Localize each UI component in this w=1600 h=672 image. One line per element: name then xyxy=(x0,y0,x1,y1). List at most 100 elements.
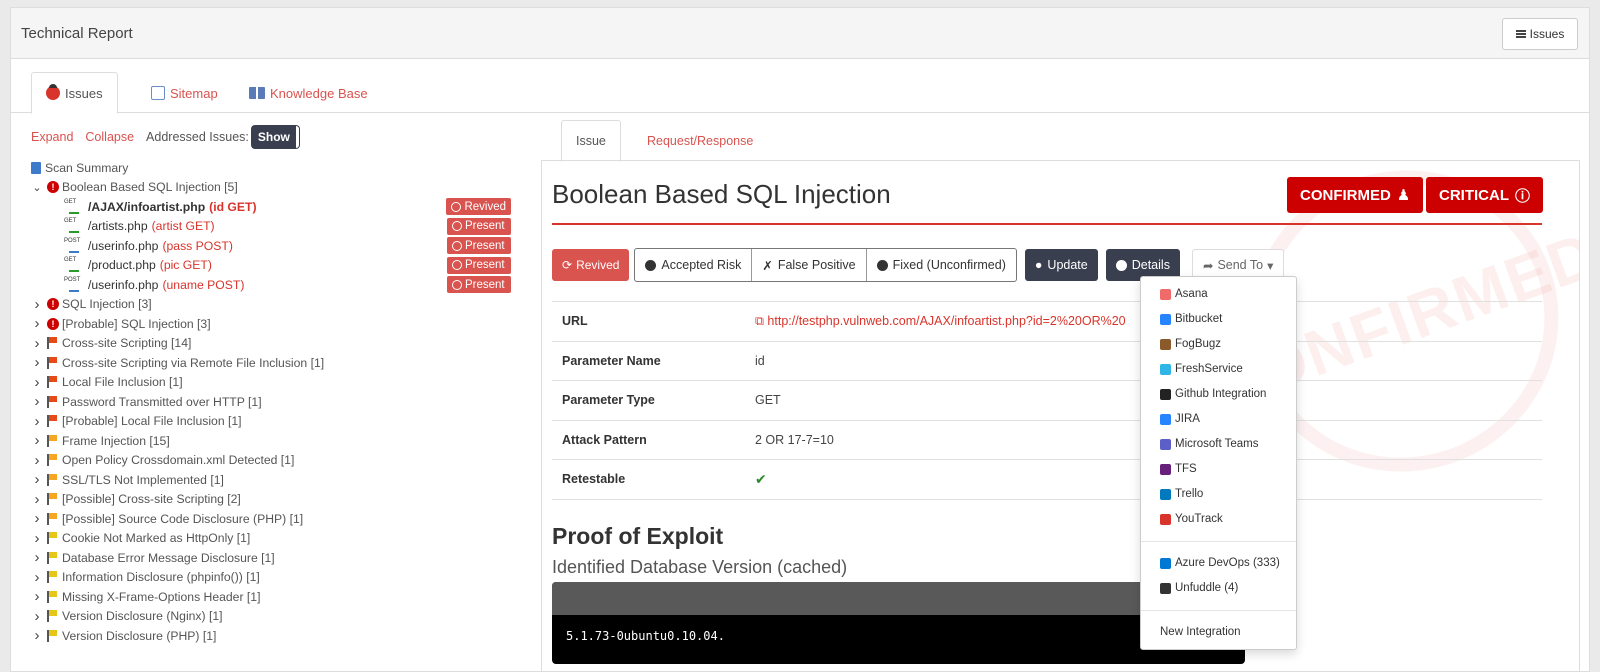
table-row: Parameter Type GET xyxy=(552,380,1542,421)
check-icon: ✔ xyxy=(755,470,767,487)
send-to-item[interactable]: Github Integration xyxy=(1141,382,1296,406)
tree-group[interactable]: › Version Disclosure (PHP) [1] xyxy=(31,626,531,646)
chevron-right-icon[interactable]: › xyxy=(31,432,43,449)
question-circle-icon xyxy=(876,259,888,271)
expand-link[interactable]: Expand xyxy=(31,130,73,144)
chevron-right-icon[interactable]: › xyxy=(31,569,43,586)
issues-button[interactable]: Issues xyxy=(1502,18,1578,50)
tree-toolbar: Expand Collapse Addressed Issues: Show xyxy=(31,126,299,148)
send-to-item[interactable]: Bitbucket xyxy=(1141,307,1296,331)
tree-group[interactable]: › Cross-site Scripting via Remote File In… xyxy=(31,353,531,373)
chevron-right-icon[interactable]: › xyxy=(31,374,43,391)
false-positive-button[interactable]: ✗ False Positive xyxy=(752,249,867,281)
tab-sitemap[interactable]: Sitemap xyxy=(137,72,232,114)
chevron-right-icon[interactable]: › xyxy=(31,549,43,566)
row-label: Parameter Type xyxy=(562,393,655,408)
chevron-right-icon[interactable]: › xyxy=(31,296,43,313)
new-integration-item[interactable]: New Integration xyxy=(1141,620,1296,644)
tree-group[interactable]: › [Possible] Cross-site Scripting [2] xyxy=(31,490,531,510)
send-to-item[interactable]: YouTrack xyxy=(1141,507,1296,531)
chevron-right-icon[interactable]: › xyxy=(31,354,43,371)
high-severity-flag-icon xyxy=(47,356,57,369)
send-to-item[interactable]: FogBugz xyxy=(1141,332,1296,356)
show-addressed-toggle[interactable]: Show xyxy=(251,126,299,148)
revived-button[interactable]: ⟳ Revived xyxy=(552,249,630,281)
menu-divider xyxy=(1141,610,1296,611)
tree-group[interactable]: › Information Disclosure (phpinfo()) [1] xyxy=(31,568,531,588)
report-header: Technical Report Issues xyxy=(11,8,1589,59)
chevron-right-icon[interactable]: › xyxy=(31,315,43,332)
check-circle-icon xyxy=(645,259,657,271)
issue-title: Boolean Based SQL Injection xyxy=(552,179,891,209)
update-button[interactable]: ● Update xyxy=(1024,249,1098,281)
tree-issue-item[interactable]: GET/artists.php (artist GET) Present xyxy=(31,217,531,237)
tab-request-response[interactable]: Request/Response xyxy=(633,120,767,162)
confirmed-button[interactable]: CONFIRMED ♟ xyxy=(1287,177,1424,213)
chevron-right-icon[interactable]: › xyxy=(31,510,43,527)
tree-group[interactable]: › Database Error Message Disclosure [1] xyxy=(31,548,531,568)
tree-group[interactable]: › Frame Injection [15] xyxy=(31,431,531,451)
chevron-right-icon[interactable]: › xyxy=(31,452,43,469)
row-label: Retestable xyxy=(562,472,626,487)
tab-issue[interactable]: Issue xyxy=(561,120,621,162)
tree-group[interactable]: ›! [Probable] SQL Injection [3] xyxy=(31,314,531,334)
tree-issue-item[interactable]: POST/userinfo.php (uname POST) Present xyxy=(31,275,531,295)
critical-icon: ! xyxy=(47,298,59,311)
chevron-right-icon[interactable]: › xyxy=(31,335,43,352)
high-severity-flag-icon xyxy=(47,376,57,389)
tree-group[interactable]: › [Possible] Source Code Disclosure (PHP)… xyxy=(31,509,531,529)
chevron-right-icon[interactable]: › xyxy=(31,608,43,625)
tree-group[interactable]: › Missing X-Frame-Options Header [1] xyxy=(31,587,531,607)
tab-knowledge-base[interactable]: Knowledge Base xyxy=(235,72,382,114)
chevron-down-icon[interactable]: ⌄ xyxy=(31,181,43,194)
send-to-item[interactable]: JIRA xyxy=(1141,407,1296,431)
tree-group[interactable]: › Local File Inclusion [1] xyxy=(31,373,531,393)
tree-group[interactable]: › Cross-site Scripting [14] xyxy=(31,334,531,354)
chevron-right-icon[interactable]: › xyxy=(31,491,43,508)
fixed-unconfirmed-button[interactable]: Fixed (Unconfirmed) xyxy=(867,249,1016,281)
tree-group[interactable]: › [Probable] Local File Inclusion [1] xyxy=(31,412,531,432)
accepted-risk-button[interactable]: Accepted Risk xyxy=(635,249,753,281)
tree-group[interactable]: ›! SQL Injection [3] xyxy=(31,295,531,315)
tree-group[interactable]: › SSL/TLS Not Implemented [1] xyxy=(31,470,531,490)
low-severity-flag-icon xyxy=(47,532,57,545)
send-to-item[interactable]: Microsoft Teams xyxy=(1141,432,1296,456)
user-icon: ♟ xyxy=(1396,187,1411,204)
collapse-link[interactable]: Collapse xyxy=(85,130,134,144)
high-severity-flag-icon xyxy=(47,415,57,428)
status-badge: Present xyxy=(447,217,511,235)
chevron-right-icon[interactable]: › xyxy=(31,588,43,605)
chevron-right-icon[interactable]: › xyxy=(31,413,43,430)
tab-issues[interactable]: Issues xyxy=(31,72,118,114)
tree-group[interactable]: › Password Transmitted over HTTP [1] xyxy=(31,392,531,412)
tree-group[interactable]: › Open Policy Crossdomain.xml Detected [1… xyxy=(31,451,531,471)
send-to-item[interactable]: FreshService xyxy=(1141,357,1296,381)
tree-issue-item[interactable]: POST/userinfo.php (pass POST) Present xyxy=(31,236,531,256)
send-to-item[interactable]: Azure DevOps (333) xyxy=(1141,551,1296,575)
url-link[interactable]: http://testphp.vulnweb.com/AJAX/infoarti… xyxy=(767,314,1125,328)
tree-group[interactable]: › Cookie Not Marked as HttpOnly [1] xyxy=(31,529,531,549)
chevron-right-icon[interactable]: › xyxy=(31,627,43,644)
issue-parameter: (id GET) xyxy=(209,199,257,214)
tree-group[interactable]: › Version Disclosure (Nginx) [1] xyxy=(31,607,531,627)
caret-down-icon: ▾ xyxy=(1267,258,1274,273)
tree-issue-item[interactable]: GET/AJAX/infoartist.php (id GET) Revived xyxy=(31,197,531,217)
chevron-right-icon[interactable]: › xyxy=(31,530,43,547)
arrow-circle-right-icon xyxy=(1115,259,1127,271)
send-to-item[interactable]: Asana xyxy=(1141,282,1296,306)
scan-summary[interactable]: Scan Summary xyxy=(31,158,531,178)
tree-issue-item[interactable]: GET/product.php (pic GET) Present xyxy=(31,256,531,276)
sitemap-icon xyxy=(151,86,165,100)
critical-button[interactable]: CRITICAL ⓘ xyxy=(1426,177,1544,213)
chevron-right-icon[interactable]: › xyxy=(31,393,43,410)
chevron-right-icon[interactable]: › xyxy=(31,471,43,488)
medium-severity-flag-icon xyxy=(47,454,57,467)
row-label: Parameter Name xyxy=(562,353,661,368)
asana-icon xyxy=(1160,288,1171,300)
send-to-item[interactable]: Unfuddle (4) xyxy=(1141,576,1296,600)
state-button-group: Accepted Risk ✗ False Positive Fixed (Un… xyxy=(634,248,1017,282)
get-request-icon: GET xyxy=(64,257,82,273)
send-to-item[interactable]: TFS xyxy=(1141,457,1296,481)
tree-group-expanded[interactable]: ⌄ ! Boolean Based SQL Injection [5] xyxy=(31,178,531,198)
send-to-item[interactable]: Trello xyxy=(1141,482,1296,506)
